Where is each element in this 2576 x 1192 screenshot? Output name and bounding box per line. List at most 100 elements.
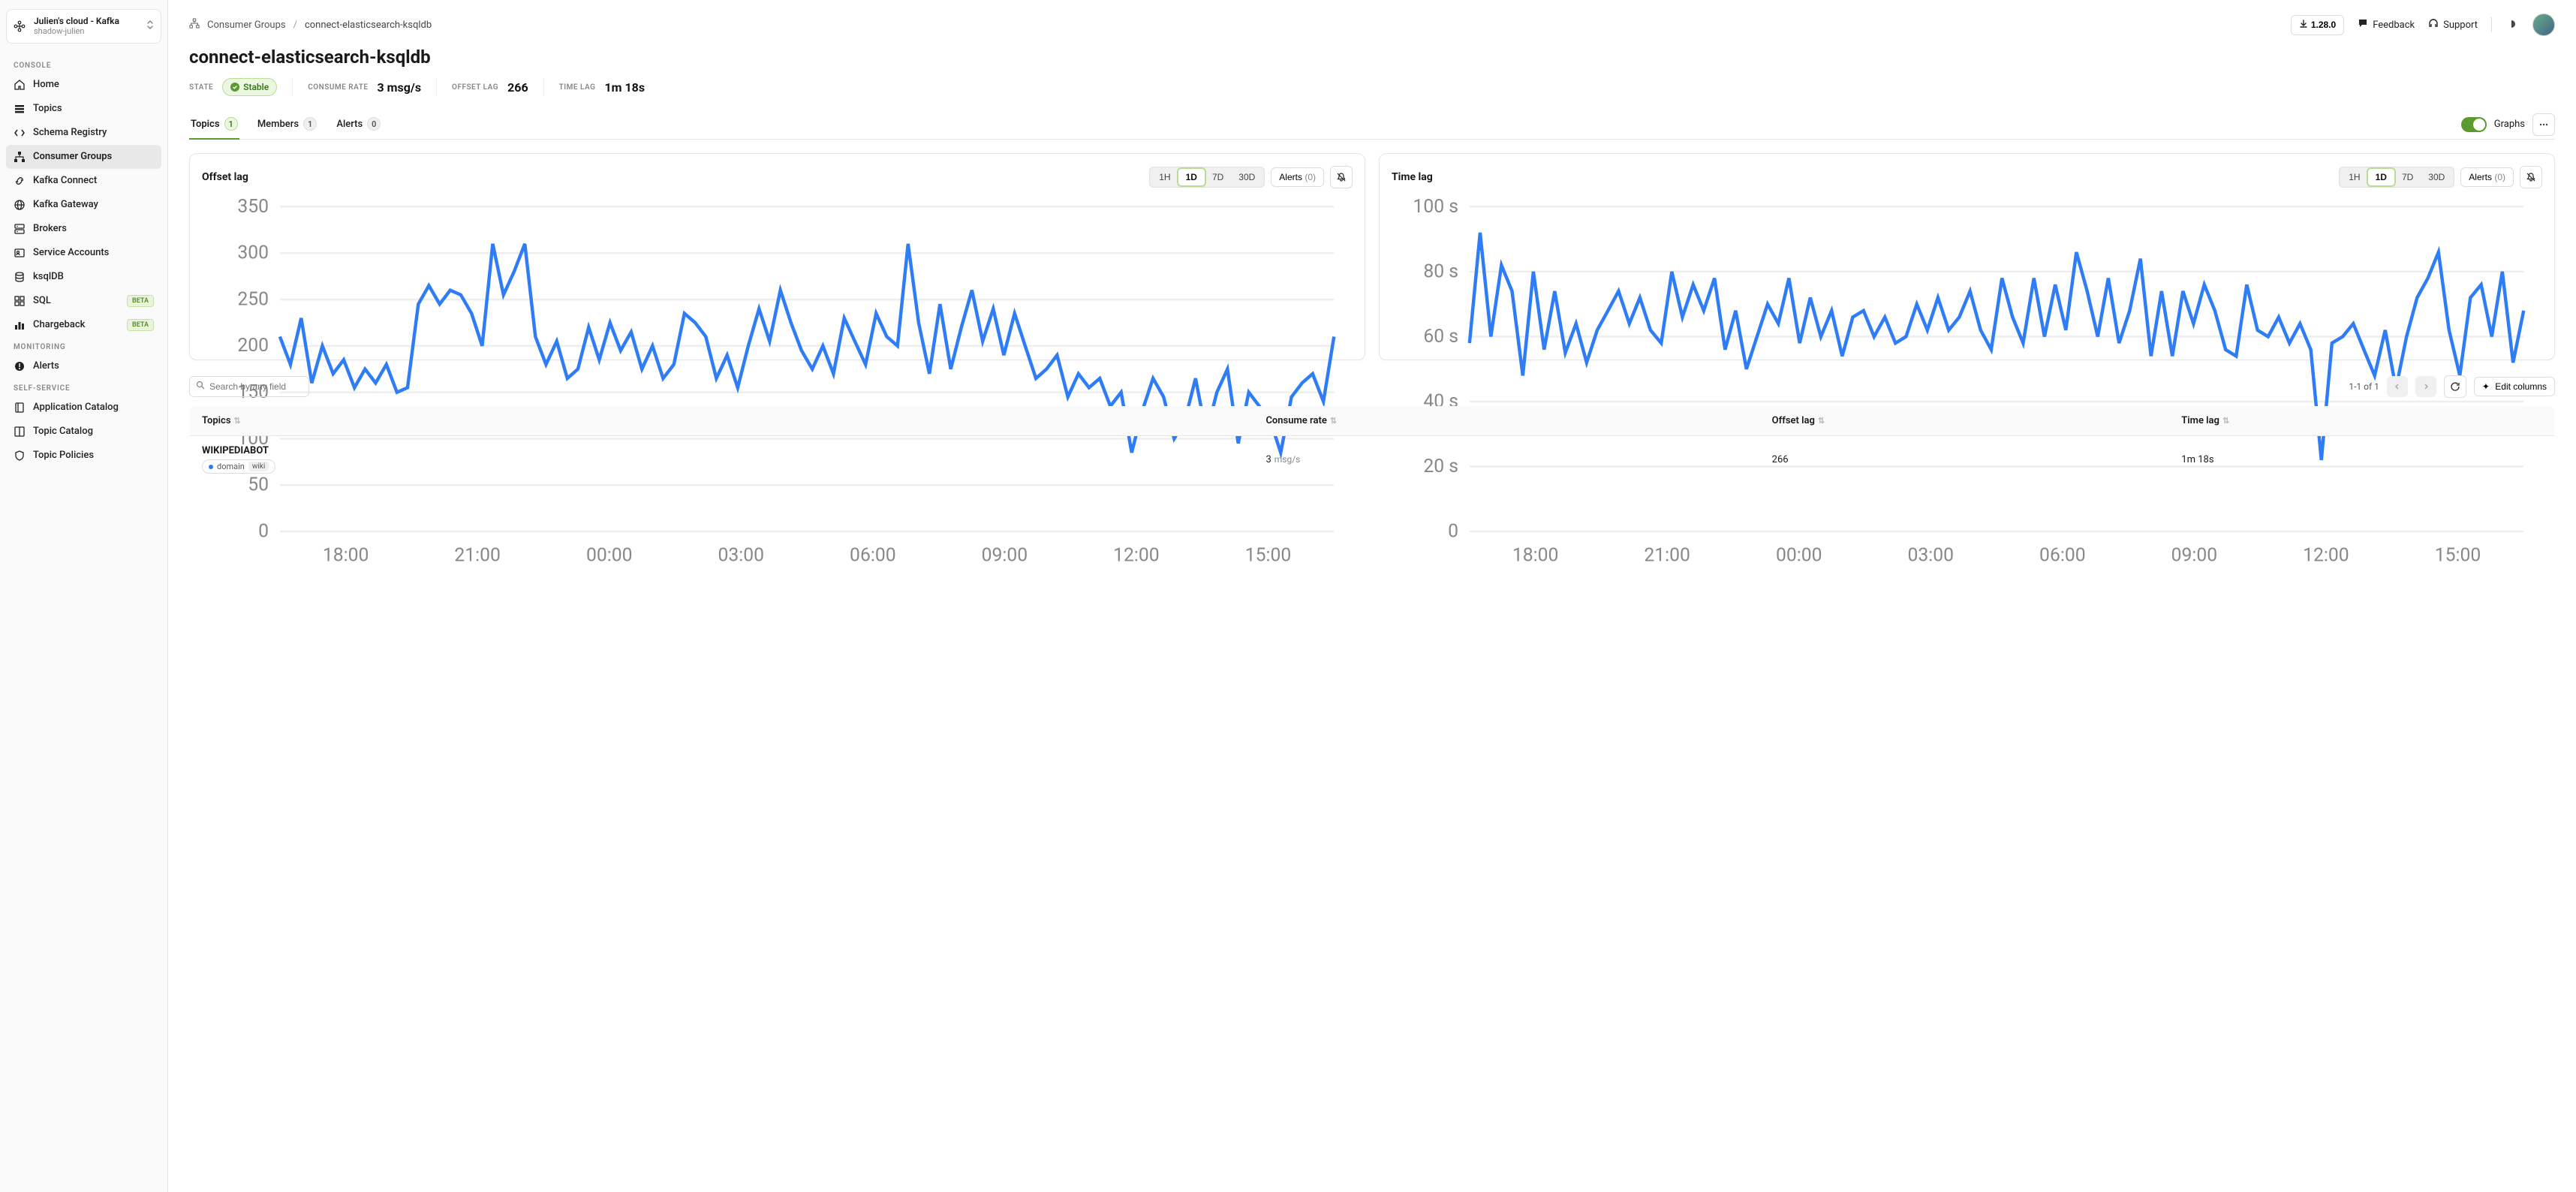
main-content: Consumer Groups / connect-elasticsearch-…: [168, 0, 2576, 1192]
search-input[interactable]: [209, 381, 302, 392]
sidebar-item-label: Topic Policies: [33, 450, 154, 461]
sidebar-item-alerts[interactable]: Alerts: [6, 354, 161, 378]
sort-icon: ⇅: [1818, 416, 1825, 426]
column-header[interactable]: Topics⇅: [190, 406, 1254, 436]
offset-alerts-button[interactable]: Alerts (0): [1271, 167, 1324, 187]
bell-off-icon: [1336, 172, 1347, 182]
offset-bell-button[interactable]: [1330, 166, 1353, 188]
column-header[interactable]: Time lag⇅: [2169, 406, 2554, 436]
sidebar-item-service-accounts[interactable]: Service Accounts: [6, 241, 161, 265]
column-header[interactable]: Offset lag⇅: [1760, 406, 2170, 436]
svg-text:21:00: 21:00: [1644, 545, 1690, 567]
svg-text:09:00: 09:00: [2171, 545, 2218, 567]
range-7d[interactable]: 7D: [1205, 169, 1231, 185]
cluster-name: Julien's cloud - Kafka: [34, 16, 138, 26]
theme-toggle[interactable]: [2505, 18, 2519, 32]
code-icon: [14, 127, 26, 139]
search-box[interactable]: [189, 376, 309, 397]
sidebar-item-label: Kafka Gateway: [33, 199, 154, 210]
check-circle-icon: [230, 83, 239, 92]
state-label: STATE: [189, 83, 213, 92]
pager-prev[interactable]: [2387, 376, 2408, 397]
svg-text:0: 0: [258, 520, 269, 542]
sidebar-item-kafka-gateway[interactable]: Kafka Gateway: [6, 193, 161, 217]
time-lag-label: TIME LAG: [559, 83, 596, 92]
sidebar-item-label: SQL: [33, 295, 119, 306]
range-1d[interactable]: 1D: [1178, 169, 1205, 185]
support-link[interactable]: Support: [2428, 18, 2478, 32]
beta-badge: BETA: [127, 319, 154, 331]
edit-columns-button[interactable]: ✦ Edit columns: [2474, 377, 2555, 396]
range-1h[interactable]: 1H: [1151, 169, 1178, 185]
stats-bar: STATE Stable CONSUME RATE 3 msg/s OFFSET…: [189, 78, 2555, 96]
svg-text:12:00: 12:00: [1113, 545, 1160, 567]
alert-icon: [14, 360, 26, 372]
sidebar-item-label: Topic Catalog: [33, 426, 154, 437]
bell-off-icon: [2526, 172, 2536, 182]
cluster-selector[interactable]: Julien's cloud - Kafka shadow-julien: [6, 9, 161, 44]
sort-icon: ⇅: [1330, 416, 1337, 426]
feedback-link[interactable]: Feedback: [2358, 18, 2415, 32]
svg-text:80 s: 80 s: [1423, 260, 1458, 282]
sidebar-section-label: SELF-SERVICE: [6, 378, 161, 396]
sidebar-item-topic-catalog[interactable]: Topic Catalog: [6, 420, 161, 444]
time-bell-button[interactable]: [2520, 166, 2542, 188]
sidebar-item-consumer-groups[interactable]: Consumer Groups: [6, 145, 161, 169]
column-header[interactable]: Consume rate⇅: [1253, 406, 1759, 436]
tab-topics[interactable]: Topics1: [189, 110, 239, 140]
svg-text:18:00: 18:00: [323, 545, 369, 567]
server-icon: [14, 223, 26, 235]
sidebar-item-label: Schema Registry: [33, 127, 154, 138]
more-menu-button[interactable]: [2532, 113, 2555, 136]
sidebar-section-label: MONITORING: [6, 337, 161, 354]
tab-members[interactable]: Members1: [256, 110, 319, 140]
range-7d[interactable]: 7D: [2394, 169, 2421, 185]
sidebar-item-app-catalog[interactable]: Application Catalog: [6, 396, 161, 420]
time-alerts-button[interactable]: Alerts (0): [2460, 167, 2514, 187]
refresh-icon: [2450, 381, 2460, 392]
user-avatar[interactable]: [2532, 14, 2555, 36]
range-1d[interactable]: 1D: [2368, 169, 2394, 185]
svg-text:09:00: 09:00: [982, 545, 1028, 567]
svg-text:60 s: 60 s: [1423, 326, 1458, 348]
dots-icon: [2538, 119, 2549, 130]
sidebar-item-topics[interactable]: Topics: [6, 97, 161, 121]
svg-text:18:00: 18:00: [1512, 545, 1559, 567]
sidebar-item-label: Kafka Connect: [33, 175, 154, 186]
bars-icon: [14, 319, 26, 331]
sidebar-item-schema[interactable]: Schema Registry: [6, 121, 161, 145]
breadcrumb-root[interactable]: Consumer Groups: [207, 20, 286, 31]
shield-icon: [14, 450, 26, 462]
sidebar-item-home[interactable]: Home: [6, 73, 161, 97]
refresh-button[interactable]: [2444, 375, 2466, 398]
offset-lag-chart-card: Offset lag 1H1D7D30D Alerts (0) 05010015…: [189, 153, 1365, 360]
time-range-selector: 1H1D7D30D: [2339, 167, 2454, 188]
row-offset: 266: [1760, 436, 2170, 483]
breadcrumb-separator: /: [293, 20, 297, 31]
sidebar-item-ksqldb[interactable]: ksqlDB: [6, 265, 161, 289]
consume-rate-value: 3 msg/s: [378, 80, 422, 95]
svg-text:03:00: 03:00: [718, 545, 764, 567]
state-badge: Stable: [222, 78, 277, 96]
svg-text:350: 350: [237, 197, 269, 218]
tab-alerts[interactable]: Alerts0: [335, 110, 382, 140]
sidebar-item-kafka-connect[interactable]: Kafka Connect: [6, 169, 161, 193]
table-row[interactable]: WIKIPEDIABOTdomain wiki3msg/s2661m 18s: [190, 436, 2555, 483]
svg-text:06:00: 06:00: [850, 545, 896, 567]
pager-next[interactable]: [2415, 376, 2436, 397]
sidebar-item-brokers[interactable]: Brokers: [6, 217, 161, 241]
row-time: 1m 18s: [2169, 436, 2554, 483]
range-30d[interactable]: 30D: [2421, 169, 2452, 185]
range-1h[interactable]: 1H: [2341, 169, 2367, 185]
sidebar-item-topic-policies[interactable]: Topic Policies: [6, 444, 161, 468]
graphs-toggle[interactable]: [2461, 117, 2487, 132]
svg-text:00:00: 00:00: [1776, 545, 1822, 567]
breadcrumb-current: connect-elasticsearch-ksqldb: [305, 20, 432, 31]
book-icon: [14, 402, 26, 414]
version-button[interactable]: 1.28.0: [2291, 15, 2344, 35]
sidebar-item-chargeback[interactable]: ChargebackBETA: [6, 313, 161, 337]
sidebar-item-sql[interactable]: SQLBETA: [6, 289, 161, 313]
svg-text:100 s: 100 s: [1413, 197, 1458, 218]
range-30d[interactable]: 30D: [1231, 169, 1262, 185]
cluster-subtitle: shadow-julien: [34, 26, 138, 36]
